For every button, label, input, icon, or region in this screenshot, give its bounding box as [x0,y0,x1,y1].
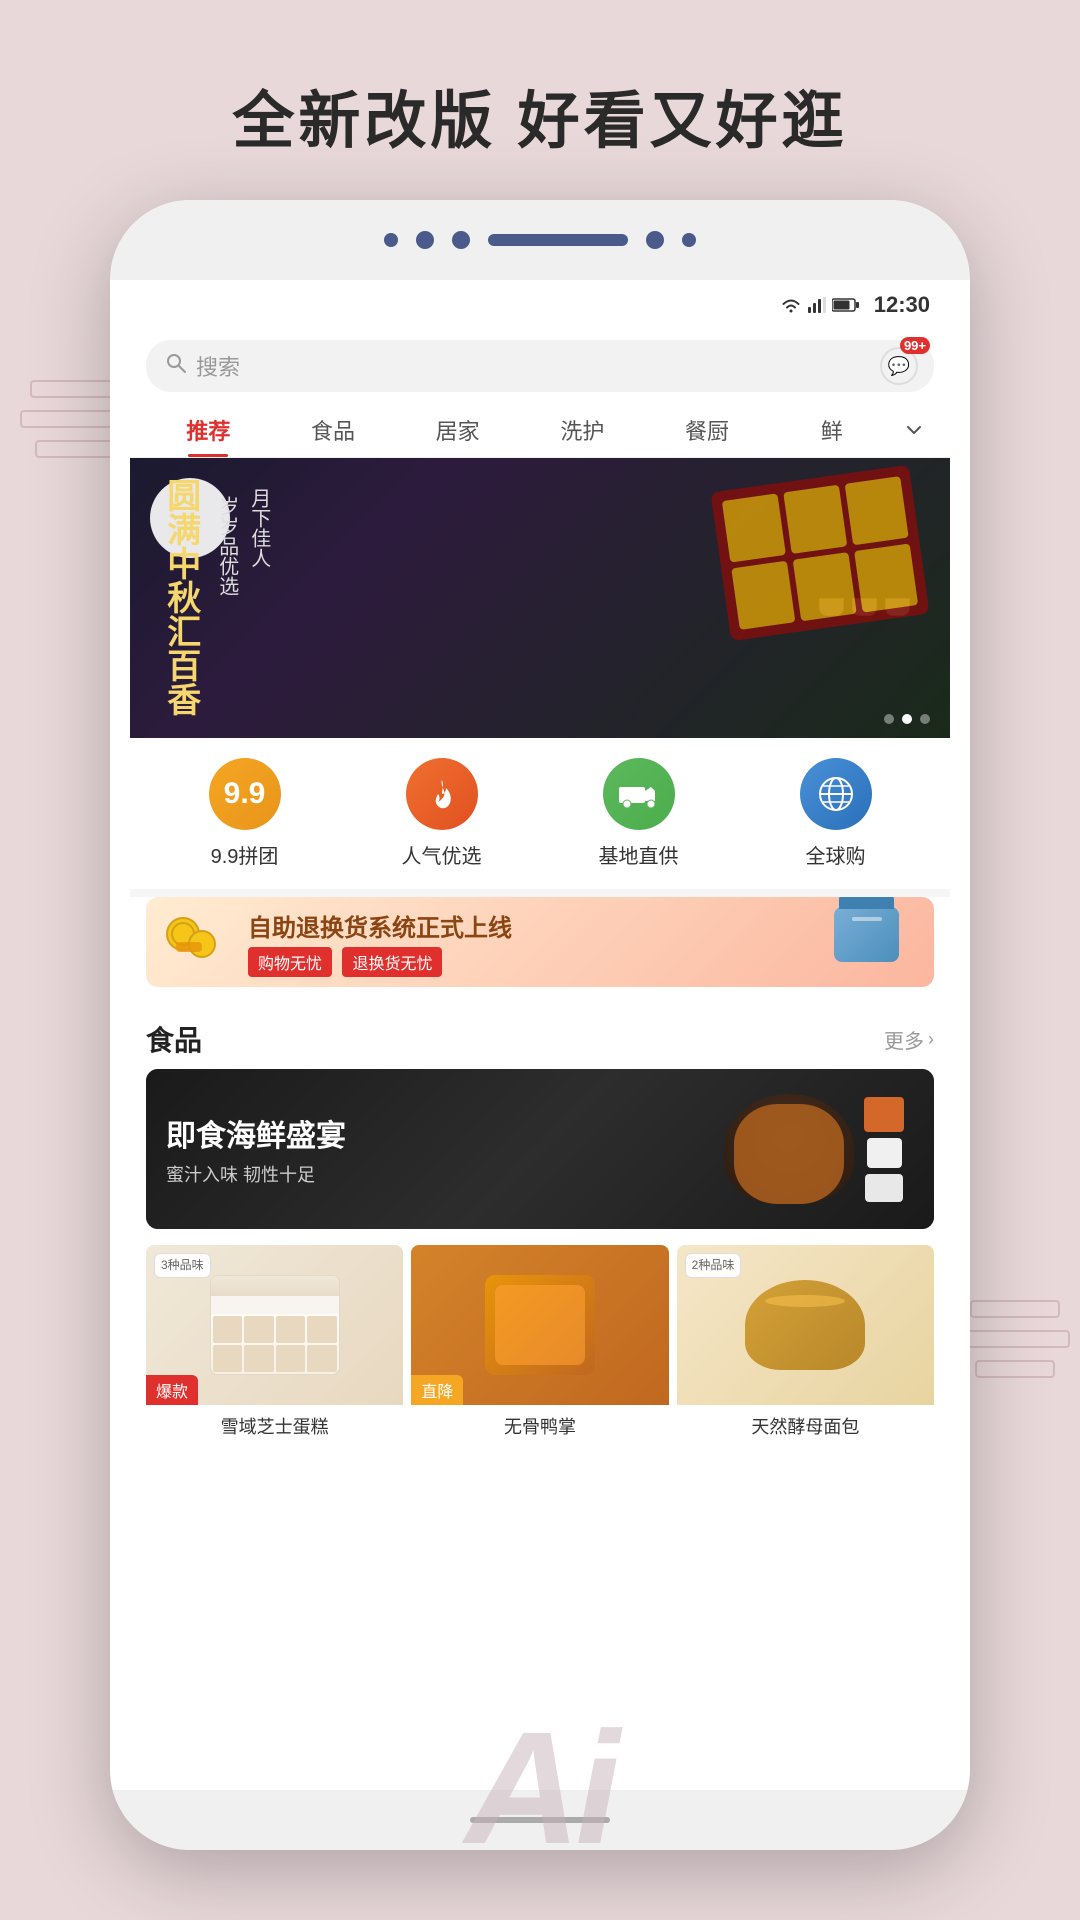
category-item-recommend[interactable]: 推荐 [146,402,271,457]
product-card-duck[interactable]: 直降 无骨鸭掌 [411,1245,668,1451]
global-icon [800,758,872,830]
quick-access-section: 9.9 9.9拼团 人气优选 [130,738,950,897]
deco-line-left-1 [30,380,120,398]
product-card-bread[interactable]: 2种品味 天然酵母面包 [677,1245,934,1451]
banner-subtitle: 月下佳人 岁岁品优选 [211,488,275,718]
promo-coin-decoration [166,912,236,972]
globe-icon [816,774,856,814]
wifi-icon [780,297,802,313]
phone-dot-2 [416,231,434,249]
direct-supply-icon [603,758,675,830]
promo-tag-2: 退换货无忧 [342,947,442,977]
category-item-home[interactable]: 居家 [395,402,520,457]
food-featured-banner[interactable]: 即食海鲜盛宴 蜜汁入味 韧性十足 [146,1069,934,1229]
chevron-down-icon [905,421,923,439]
category-nav: 推荐 食品 居家 洗护 餐厨 鲜 [130,402,950,458]
promo-sub-text: 购物无忧 退换货无忧 [248,947,834,977]
group-buy-icon: 9.9 [209,758,281,830]
phone-dot-5 [682,233,696,247]
battery-icon [832,298,860,312]
banner-title: 圆满中秋汇百香 [160,478,201,718]
deco-line-right-2 [960,1330,1070,1348]
category-item-hygiene[interactable]: 洗护 [520,402,645,457]
food-section-header: 食品 更多 › [130,1003,950,1069]
category-item-fresh[interactable]: 鲜 [769,402,894,457]
duck-shape [485,1275,595,1375]
deco-line-right-3 [975,1360,1055,1378]
phone-hardware-top [110,200,970,280]
promo-text-area: 自助退换货系统正式上线 购物无忧 退换货无忧 [248,908,834,977]
food-featured-image [724,1094,904,1204]
promo-tag-1: 购物无忧 [248,947,332,977]
hero-banner[interactable]: 圆满中秋汇百香 月下佳人 岁岁品优选 [130,458,950,738]
product-name-bread: 天然酵母面包 [677,1405,934,1451]
banner-dot-1 [884,714,894,724]
banner-dot-2 [902,714,912,724]
product-card-cake[interactable]: 3种品味 [146,1245,403,1451]
fire-icon [424,776,460,812]
mooncake-box [711,465,930,641]
product-image-cake: 3种品味 [146,1245,403,1405]
search-bar[interactable]: 搜索 99+ [146,340,934,392]
flavor-badge-bread: 2种品味 [685,1253,742,1278]
phone-dot-1 [384,233,398,247]
ai-watermark: Ai [465,1696,615,1880]
quick-item-direct[interactable]: 基地直供 [540,758,737,869]
badge-count: 99+ [900,337,930,354]
deco-line-right-1 [970,1300,1060,1318]
status-icons [780,297,860,313]
banner-food-display [720,478,920,616]
status-bar: 12:30 [130,280,950,330]
banner-text-area: 圆满中秋汇百香 月下佳人 岁岁品优选 [160,478,275,718]
flavor-badge-cake: 3种品味 [154,1253,211,1278]
popular-icon [406,758,478,830]
message-badge-button[interactable]: 99+ [876,343,922,389]
promo-banner[interactable]: 自助退换货系统正式上线 购物无忧 退换货无忧 [146,897,934,987]
phone-frame: 12:30 搜索 99+ 推荐 食品 [110,200,970,1850]
truck-icon [619,779,659,809]
bread-shape [745,1280,865,1370]
category-item-food[interactable]: 食品 [271,402,396,457]
product-tag-cake: 爆款 [146,1375,198,1405]
phone-speaker [488,234,628,246]
quick-item-group-buy[interactable]: 9.9 9.9拼团 [146,758,343,869]
product-name-cake: 雪域芝士蛋糕 [146,1405,403,1451]
product-tag-duck: 直降 [411,1375,463,1405]
promo-main-text: 自助退换货系统正式上线 [248,908,834,943]
signal-icon [808,297,826,313]
product-image-bread: 2种品味 [677,1245,934,1405]
category-item-kitchen[interactable]: 餐厨 [645,402,770,457]
chevron-right-icon: › [928,1029,934,1050]
product-name-duck: 无骨鸭掌 [411,1405,668,1451]
food-featured-title: 即食海鲜盛宴 [166,1111,346,1155]
deco-line-left-3 [35,440,115,458]
cake-shape [210,1275,340,1375]
food-section-more-button[interactable]: 更多 › [884,1025,934,1054]
phone-screen: 12:30 搜索 99+ 推荐 食品 [130,280,950,1790]
banner-pagination [884,714,930,724]
quick-item-global[interactable]: 全球购 [737,758,934,869]
status-time: 12:30 [874,292,930,318]
search-placeholder-text: 搜索 [196,350,240,382]
phone-dot-4 [646,231,664,249]
category-more-button[interactable] [894,421,934,439]
food-featured-subtitle: 蜜汁入味 韧性十足 [166,1161,346,1187]
product-image-duck: 直降 [411,1245,668,1405]
product-grid: 3种品味 [130,1245,950,1467]
promo-box-icon [834,907,914,977]
food-section-title: 食品 [146,1019,202,1059]
food-featured-text-area: 即食海鲜盛宴 蜜汁入味 韧性十足 [166,1111,346,1187]
banner-dot-3 [920,714,930,724]
phone-dot-3 [452,231,470,249]
search-icon [166,353,186,379]
quick-item-popular[interactable]: 人气优选 [343,758,540,869]
page-tagline: 全新改版 好看又好逛 [0,70,1080,160]
